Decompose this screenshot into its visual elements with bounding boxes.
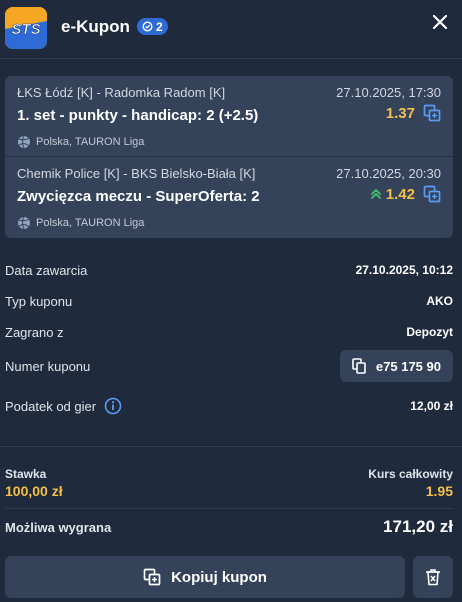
copy-coupon-button[interactable]: Kopiuj kupon [5, 556, 405, 598]
sts-logo: STS [5, 7, 47, 49]
volleyball-icon [17, 216, 31, 230]
copy-coupon-label: Kopiuj kupon [171, 568, 267, 586]
type-value: AKO [426, 294, 453, 308]
bet-league-label: Polska, TAURON Liga [36, 136, 145, 148]
odds-up-icon [370, 188, 382, 200]
stake-label: Stawka [5, 467, 47, 481]
coupon-count-badge: 2 [137, 18, 168, 35]
coupon-number: e75 175 90 [375, 358, 441, 374]
bet-selections: ŁKS Łódź [K] - Radomka Radom [K] 27.10.2… [5, 76, 453, 238]
bet-date: 27.10.2025, 20:30 [336, 166, 441, 181]
svg-text:STS: STS [11, 21, 40, 38]
number-label: Numer kuponu [5, 358, 91, 374]
detail-row-date: Data zawarcia 27.10.2025, 10:12 [5, 258, 453, 282]
info-icon[interactable] [104, 397, 122, 415]
header: STS e-Kupon 2 [0, 0, 462, 58]
bet-teams: ŁKS Łódź [K] - Radomka Radom [K] [17, 85, 226, 100]
detail-row-tax: Podatek od gier 12,00 zł [5, 394, 453, 418]
bet-odds: 1.37 [385, 104, 415, 122]
coupon-count-icon [142, 21, 153, 32]
close-icon [432, 14, 448, 30]
tax-value: 12,00 zł [410, 399, 453, 413]
close-button[interactable] [426, 8, 454, 36]
copy-selection-icon[interactable] [423, 104, 441, 122]
bet-date: 27.10.2025, 17:30 [336, 85, 441, 100]
type-label: Typ kuponu [5, 293, 73, 309]
played-value: Depozyt [406, 325, 453, 339]
detail-row-type: Typ kuponu AKO [5, 289, 453, 313]
copy-coupon-icon [143, 568, 161, 586]
date-label: Data zawarcia [5, 262, 88, 278]
trash-icon [425, 568, 441, 586]
detail-row-played: Zagrano z Depozyt [5, 320, 453, 344]
header-divider [0, 58, 462, 59]
possible-win-value: 171,20 zł [383, 517, 453, 536]
played-label: Zagrano z [5, 324, 64, 340]
page-title: e-Kupon [61, 17, 130, 36]
bet-market: 1. set - punkty - handicap: 2 (+2.5) [17, 107, 259, 124]
summary-divider [5, 508, 453, 509]
bet-odds: 1.42 [385, 185, 415, 203]
total-odds-label: Kurs całkowity [368, 467, 453, 481]
date-value: 27.10.2025, 10:12 [355, 263, 453, 277]
coupon-number-copy-button[interactable]: e75 175 90 [339, 350, 453, 382]
bet-market: Zwycięzca meczu - SuperOferta: 2 [17, 188, 260, 205]
tax-label: Podatek od gier [5, 398, 97, 414]
detail-row-number: Numer kuponu e75 175 90 [5, 350, 453, 382]
bet-odds-group: 1.37 [386, 104, 441, 122]
copy-selection-icon[interactable] [423, 185, 441, 203]
coupon-count-value: 2 [156, 19, 163, 34]
delete-coupon-button[interactable] [413, 556, 453, 598]
copy-icon [352, 358, 366, 374]
bet-league: Polska, TAURON Liga [17, 216, 144, 230]
bet-odds-group: 1.42 [370, 185, 441, 203]
bet-selection[interactable]: ŁKS Łódź [K] - Radomka Radom [K] 27.10.2… [5, 76, 453, 156]
volleyball-icon [17, 135, 31, 149]
total-odds-value: 1.95 [425, 483, 453, 499]
tax-label-group: Podatek od gier [5, 397, 122, 415]
stake-value: 100,00 zł [5, 483, 63, 499]
possible-win-label: Możliwa wygrana [5, 520, 112, 535]
bet-league-label: Polska, TAURON Liga [36, 217, 145, 229]
section-divider [0, 446, 462, 447]
bet-teams: Chemik Police [K] - BKS Bielsko-Biała [K… [17, 166, 256, 181]
bet-league: Polska, TAURON Liga [17, 135, 144, 149]
bet-selection[interactable]: Chemik Police [K] - BKS Bielsko-Biała [K… [5, 157, 453, 237]
